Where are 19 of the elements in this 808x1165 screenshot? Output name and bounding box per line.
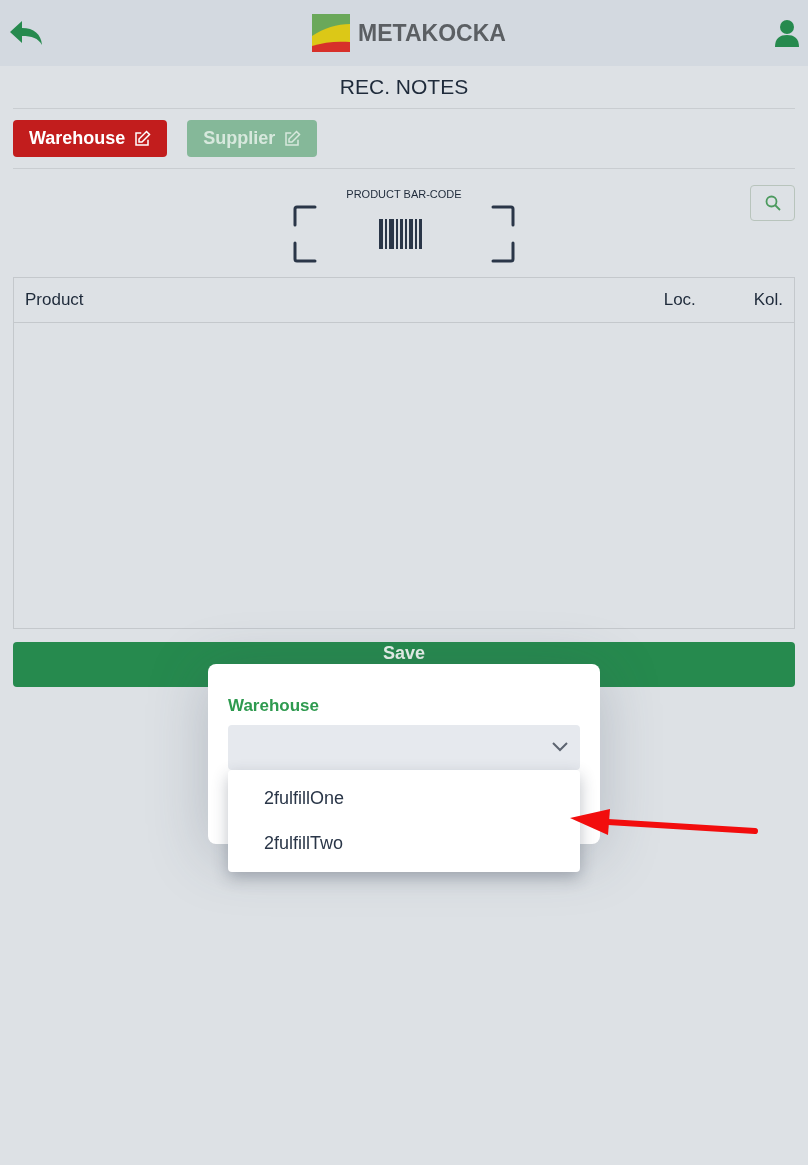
edit-icon [283,129,302,148]
dropdown-option[interactable]: 2fulfillOne [228,776,580,821]
field-label: Warehouse [228,695,320,717]
logo-icon [312,14,351,52]
column-header: Product [25,289,85,312]
dropdown-option[interactable]: 2fulfillTwo [228,821,580,866]
scanner-label: PRODUCT BAR-CODE [346,187,462,202]
search-icon [764,195,781,211]
back-arrow-icon[interactable] [8,19,44,47]
chevron-down-icon [552,742,568,752]
logo-text: METAKOCKA [358,18,506,48]
barcode-scanner-icon[interactable] [293,204,515,263]
edit-icon [133,129,152,148]
filter-button[interactable]: Warehouse [13,120,168,157]
search-button[interactable] [750,185,795,221]
page-title: REC. NOTES [339,74,469,101]
user-icon[interactable] [774,19,800,47]
column-header: Loc. [663,289,697,312]
column-header: Kol. [753,289,783,312]
